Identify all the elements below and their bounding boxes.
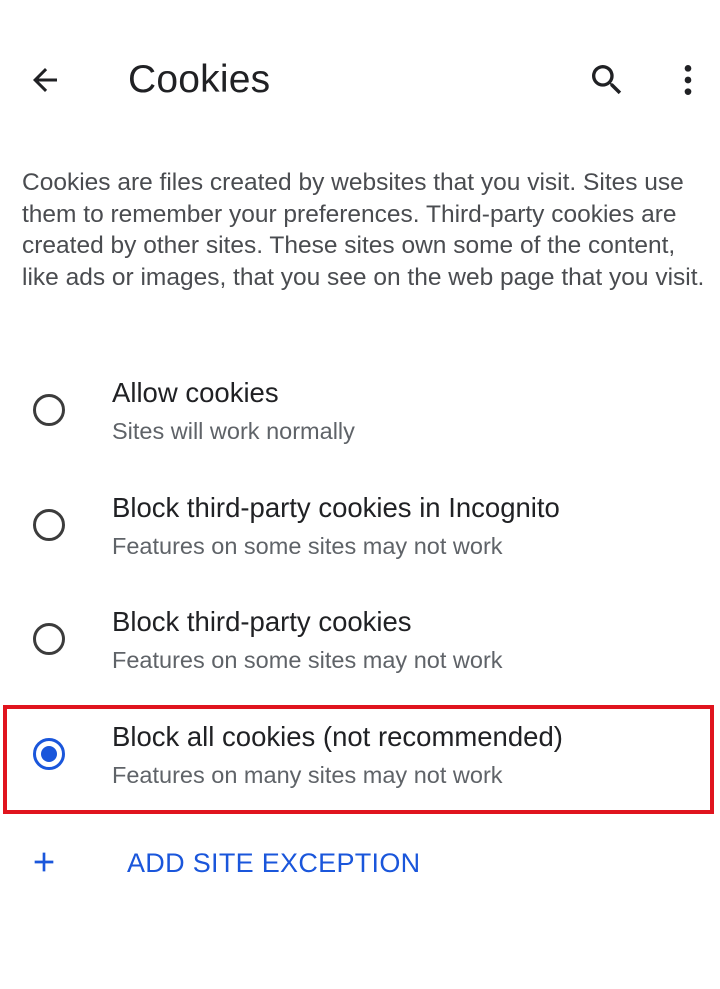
cookies-description: Cookies are files created by websites th…: [22, 169, 705, 291]
option-title: Block third-party cookies: [112, 606, 412, 637]
more-vert-icon: [684, 65, 692, 95]
add-site-exception-label: ADD SITE EXCEPTION: [127, 848, 421, 878]
option-subtitle: Features on some sites may not work: [112, 533, 503, 559]
more-options-button[interactable]: [666, 55, 710, 105]
option-block-third-party-incognito[interactable]: Block third-party cookies in Incognito F…: [0, 481, 720, 577]
back-button[interactable]: [20, 55, 70, 105]
option-title: Block all cookies (not recommended): [112, 721, 563, 752]
option-title: Allow cookies: [112, 377, 279, 408]
option-allow-cookies[interactable]: Allow cookies Sites will work normally: [0, 366, 720, 462]
arrow-back-icon: [33, 68, 57, 92]
app-bar: Cookies: [0, 0, 720, 160]
option-subtitle: Features on many sites may not work: [112, 762, 503, 788]
page-title: Cookies: [128, 58, 271, 101]
option-block-third-party[interactable]: Block third-party cookies Features on so…: [0, 595, 720, 691]
search-button[interactable]: [582, 55, 632, 105]
option-subtitle: Features on some sites may not work: [112, 647, 503, 673]
search-icon: [592, 65, 622, 95]
option-subtitle: Sites will work normally: [112, 418, 355, 444]
option-block-all-cookies[interactable]: Block all cookies (not recommended) Feat…: [0, 710, 720, 806]
radio-button[interactable]: [33, 509, 65, 541]
plus-icon: [34, 852, 54, 872]
option-title: Block third-party cookies in Incognito: [112, 492, 560, 523]
add-site-exception-button[interactable]: ADD SITE EXCEPTION: [0, 830, 720, 894]
radio-button[interactable]: [33, 623, 65, 655]
radio-button[interactable]: [33, 394, 65, 426]
radio-button-selected[interactable]: [33, 738, 65, 770]
